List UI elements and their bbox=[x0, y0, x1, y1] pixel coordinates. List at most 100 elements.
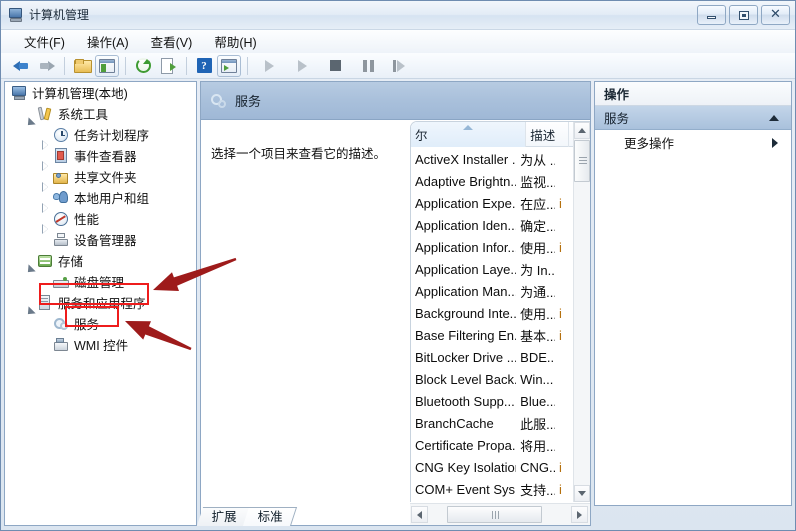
sort-ascending-icon bbox=[463, 125, 473, 130]
cell-description: 确定... bbox=[516, 216, 555, 235]
table-row[interactable]: COM+ Event Sys...支持...i bbox=[411, 478, 573, 500]
up-folder-icon[interactable] bbox=[70, 55, 94, 77]
cell-status: i bbox=[555, 240, 573, 255]
actions-more[interactable]: 更多操作 bbox=[595, 130, 791, 154]
tree-item-services-and-applications[interactable]: 服务和应用程序 bbox=[5, 292, 196, 313]
list-horizontal-scrollbar[interactable] bbox=[410, 503, 590, 525]
tree-item-disk-management[interactable]: 磁盘管理 bbox=[5, 271, 196, 292]
tree-item-wmi-control[interactable]: WMI 控件 bbox=[5, 334, 196, 355]
toolbar: ? bbox=[1, 53, 795, 79]
tree-item-event-viewer[interactable]: 事件查看器 bbox=[5, 145, 196, 166]
table-row[interactable]: Adaptive Brightn...监视... bbox=[411, 170, 573, 192]
table-row[interactable]: BranchCache此服... bbox=[411, 412, 573, 434]
tree-item-device-manager[interactable]: 设备管理器 bbox=[5, 229, 196, 250]
table-row[interactable]: Application Expe...在应...i bbox=[411, 192, 573, 214]
start-service-icon[interactable] bbox=[257, 55, 281, 77]
tree-item-performance[interactable]: 性能 bbox=[5, 208, 196, 229]
chevron-up-icon[interactable] bbox=[769, 115, 779, 121]
cell-name: BranchCache bbox=[411, 416, 516, 431]
cell-description: 为通... bbox=[516, 282, 555, 301]
vertical-scroll-thumb[interactable] bbox=[574, 140, 590, 182]
cell-name: COM+ Event Sys... bbox=[411, 482, 516, 497]
menu-bar: 文件(F) 操作(A) 查看(V) 帮助(H) bbox=[1, 30, 795, 53]
tree-item-services[interactable]: 服务 bbox=[5, 313, 196, 334]
table-row[interactable]: CNG Key IsolationCNG...i bbox=[411, 456, 573, 478]
tree-item-local-users-groups[interactable]: 本地用户和组 bbox=[5, 187, 196, 208]
chevron-right-icon bbox=[577, 511, 582, 519]
table-row[interactable]: Application Laye...为 In... bbox=[411, 258, 573, 280]
menu-help[interactable]: 帮助(H) bbox=[203, 30, 267, 53]
disk-management-icon bbox=[53, 274, 70, 290]
actions-group-label: 服务 bbox=[604, 108, 629, 127]
stop-service-icon[interactable] bbox=[323, 55, 347, 77]
table-row[interactable]: BitLocker Drive ...BDE... bbox=[411, 346, 573, 368]
scroll-right-button[interactable] bbox=[571, 506, 588, 523]
tree-item-label: 计算机管理(本地) bbox=[32, 83, 128, 102]
help-icon[interactable]: ? bbox=[192, 55, 216, 77]
cell-name: Application Iden... bbox=[411, 218, 516, 233]
tree-item-label: 服务 bbox=[74, 314, 99, 333]
cell-name: Adaptive Brightn... bbox=[411, 174, 516, 189]
export-list-icon[interactable] bbox=[156, 55, 180, 77]
scroll-up-button[interactable] bbox=[574, 122, 590, 139]
tree-item-system-tools[interactable]: 系统工具 bbox=[5, 103, 196, 124]
list-rows-container[interactable]: ActiveX Installer ...为从 ...Adaptive Brig… bbox=[411, 148, 573, 502]
pause-service-icon[interactable] bbox=[356, 55, 380, 77]
scroll-down-button[interactable] bbox=[574, 485, 590, 502]
tree-item-root[interactable]: 计算机管理(本地) bbox=[5, 82, 196, 103]
table-row[interactable]: Bluetooth Supp...Blue... bbox=[411, 390, 573, 412]
local-users-groups-icon bbox=[53, 190, 70, 206]
menu-action[interactable]: 操作(A) bbox=[76, 30, 140, 53]
tree-item-label: 存储 bbox=[58, 251, 83, 270]
task-scheduler-icon bbox=[53, 127, 70, 143]
forward-icon[interactable] bbox=[34, 55, 58, 77]
table-row[interactable]: Application Iden...确定... bbox=[411, 214, 573, 236]
close-button[interactable]: ✕ bbox=[761, 5, 790, 25]
maximize-button[interactable] bbox=[729, 5, 758, 25]
back-icon[interactable] bbox=[9, 55, 33, 77]
table-row[interactable]: Application Infor...使用...i bbox=[411, 236, 573, 258]
table-row[interactable]: Certificate Propa...将用... bbox=[411, 434, 573, 456]
tab-standard[interactable]: 标准 bbox=[243, 507, 297, 526]
table-row[interactable]: Application Man...为通... bbox=[411, 280, 573, 302]
restart-service-icon[interactable] bbox=[290, 55, 314, 77]
title-bar: 计算机管理 ✕ bbox=[1, 1, 795, 30]
grip-icon bbox=[492, 511, 493, 519]
services-list-view[interactable]: 尔 描述 丬 ActiveX Installer ...为从 ...Adapti… bbox=[410, 121, 590, 502]
computer-management-window: 计算机管理 ✕ 文件(F) 操作(A) 查看(V) 帮助(H) ? bbox=[0, 0, 796, 531]
wmi-control-icon bbox=[53, 337, 70, 353]
list-header-row: 尔 描述 丬 bbox=[411, 122, 590, 147]
cell-name: BitLocker Drive ... bbox=[411, 350, 516, 365]
tree-item-shared-folders[interactable]: 共享文件夹 bbox=[5, 166, 196, 187]
table-row[interactable]: Background Inte...使用...i bbox=[411, 302, 573, 324]
column-header-description[interactable]: 描述 bbox=[526, 122, 568, 147]
scroll-left-button[interactable] bbox=[411, 506, 428, 523]
resume-service-icon[interactable] bbox=[387, 55, 411, 77]
cell-name: Application Infor... bbox=[411, 240, 516, 255]
table-row[interactable]: Block Level Back...Win... bbox=[411, 368, 573, 390]
tree-item-label: 任务计划程序 bbox=[74, 125, 149, 144]
actions-group-header[interactable]: 服务 bbox=[595, 106, 791, 130]
tree-item-task-scheduler[interactable]: 任务计划程序 bbox=[5, 124, 196, 145]
services-detail-pane: 服务 选择一个项目来查看它的描述。 尔 描述 丬 bbox=[200, 81, 591, 526]
table-row[interactable]: ActiveX Installer ...为从 ... bbox=[411, 148, 573, 170]
horizontal-scroll-thumb[interactable] bbox=[447, 506, 542, 523]
column-header-name[interactable]: 尔 bbox=[411, 122, 526, 147]
list-vertical-scrollbar[interactable] bbox=[573, 122, 590, 502]
minimize-button[interactable] bbox=[697, 5, 726, 25]
menu-view[interactable]: 查看(V) bbox=[140, 30, 204, 53]
cell-description: 监视... bbox=[516, 172, 555, 191]
description-placeholder: 选择一个项目来查看它的描述。 bbox=[211, 143, 386, 162]
chevron-right-icon bbox=[772, 138, 778, 148]
actions-pane: 操作 服务 更多操作 bbox=[594, 81, 792, 506]
show-action-pane-icon[interactable] bbox=[217, 55, 241, 77]
table-row[interactable]: Base Filtering En...基本...i bbox=[411, 324, 573, 346]
console-tree-pane[interactable]: 计算机管理(本地) 系统工具 任务计划程序 事件查看器 共享文件夹 bbox=[4, 81, 197, 526]
refresh-icon[interactable] bbox=[131, 55, 155, 77]
tree-item-storage[interactable]: 存储 bbox=[5, 250, 196, 271]
cell-description: 为从 ... bbox=[516, 150, 555, 169]
show-hide-tree-icon[interactable] bbox=[95, 55, 119, 77]
services-applications-icon bbox=[37, 295, 54, 311]
cell-description: 将用... bbox=[516, 436, 555, 455]
menu-file[interactable]: 文件(F) bbox=[13, 30, 76, 53]
